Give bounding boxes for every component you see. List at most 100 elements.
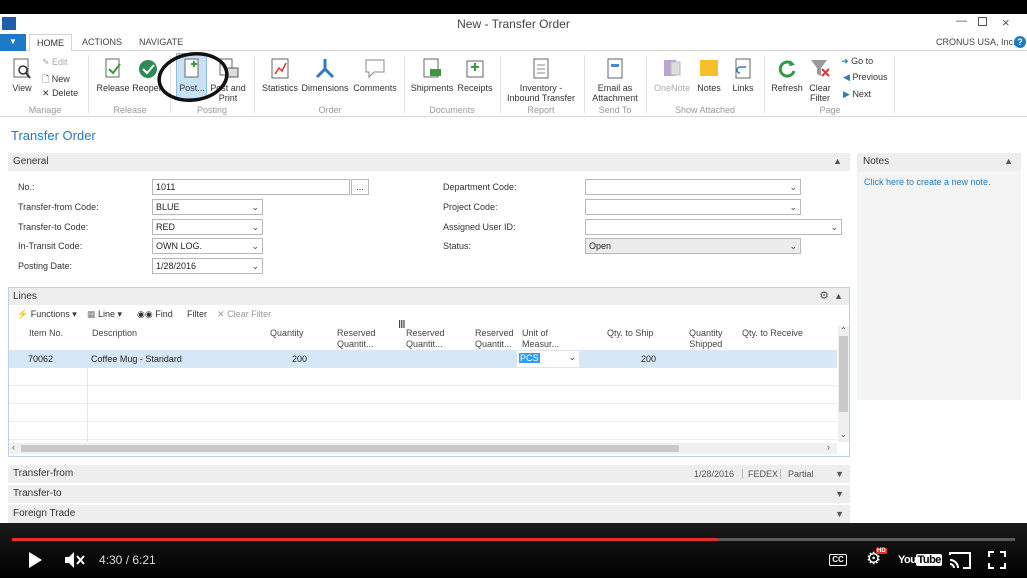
expand-icon[interactable]: ▼ [835, 485, 844, 503]
tab-actions[interactable]: ACTIONS [82, 34, 122, 51]
scroll-up-icon[interactable]: ⌃ [840, 326, 847, 335]
help-icon[interactable]: ? [1014, 36, 1026, 48]
create-note-link[interactable]: Click here to create a new note. [864, 177, 991, 187]
transfer-from-tab[interactable]: Transfer-from 1/28/2016 FEDEX Partial ▼ [8, 465, 850, 483]
chevron-down-icon[interactable]: ⌄ [251, 220, 259, 234]
no-field[interactable]: 1011 [152, 179, 350, 195]
status-field[interactable]: Open ⌄ [585, 238, 801, 254]
find-button[interactable]: ◉◉ Find [137, 309, 173, 320]
vertical-scroll-thumb[interactable] [839, 336, 848, 412]
collapse-icon[interactable]: ▲ [833, 156, 842, 166]
filter-button[interactable]: Filter [187, 309, 207, 319]
col-qty-to-receive[interactable]: Qty. to Receive [742, 328, 803, 339]
view-label: View [12, 83, 32, 93]
clear-filter-label-1: Clear [809, 83, 831, 93]
col-quantity[interactable]: Quantity [270, 328, 304, 339]
play-icon[interactable] [27, 551, 43, 569]
links-button[interactable]: Links [728, 57, 758, 93]
chevron-down-icon[interactable]: ⌄ [789, 239, 797, 253]
scroll-right-icon[interactable]: › [827, 442, 830, 452]
settings-icon[interactable]: ⚙ [819, 289, 829, 302]
release-button[interactable]: Release [96, 57, 130, 93]
statistics-button[interactable]: Statistics [261, 57, 299, 93]
restore-icon[interactable] [978, 17, 987, 26]
edit-button[interactable]: ✎ Edit [42, 57, 68, 68]
line-menu[interactable]: ▦ Line ▾ [87, 309, 122, 320]
delete-button[interactable]: ✕ Delete [42, 88, 78, 99]
chevron-down-icon[interactable]: ⌄ [789, 180, 797, 194]
chevron-down-icon[interactable]: ⌄ [251, 259, 259, 273]
annotation-circle [157, 51, 229, 103]
minimize-icon[interactable]: — [956, 15, 970, 27]
chevron-down-icon[interactable]: ⌄ [251, 239, 259, 253]
posting-date-field[interactable]: 1/28/2016 ⌄ [152, 258, 263, 274]
in-transit-field[interactable]: OWN LOG. ⌄ [152, 238, 263, 254]
col-reserved-3-b: Quantit... [475, 339, 512, 349]
col-unit-of-measure[interactable]: Unit of Measur... [522, 328, 559, 350]
app-menu-button[interactable]: ▼ [0, 34, 26, 51]
transfer-to-field[interactable]: RED ⌄ [152, 219, 263, 235]
project-code-field[interactable]: ⌄ [585, 199, 801, 215]
col-reserved-3[interactable]: Reserved Quantit... [475, 328, 514, 350]
comments-button[interactable]: Comments [352, 57, 398, 93]
notes-header[interactable]: Notes ▲ [857, 153, 1021, 171]
assigned-user-field[interactable]: ⌄ [585, 219, 842, 235]
tab-navigate[interactable]: NAVIGATE [139, 34, 183, 51]
cell-uom-field[interactable]: PCS ⌄ [517, 351, 579, 367]
chevron-down-icon[interactable]: ⌄ [568, 352, 576, 363]
department-code-field[interactable]: ⌄ [585, 179, 801, 195]
clear-filter-button[interactable]: Clear Filter [806, 57, 834, 103]
chevron-down-icon[interactable]: ⌄ [789, 200, 797, 214]
group-order: Order [318, 105, 342, 115]
expand-icon[interactable]: ▼ [835, 465, 844, 483]
notes-button[interactable]: Notes [694, 57, 724, 93]
vertical-scrollbar[interactable]: ⌃ ⌄ [838, 326, 849, 442]
goto-button[interactable]: ➜ Go to [841, 56, 873, 67]
youtube-logo[interactable]: YouTube [898, 554, 942, 566]
col-quantity-shipped[interactable]: Quantity Shipped [689, 328, 723, 350]
collapse-icon[interactable]: ▲ [1004, 156, 1013, 166]
scroll-down-icon[interactable]: ⌄ [840, 430, 847, 439]
inventory-inbound-transfer-button[interactable]: Inventory - Inbound Transfer [504, 57, 578, 103]
transfer-from-field[interactable]: BLUE ⌄ [152, 199, 263, 215]
progress-track[interactable] [12, 538, 1015, 541]
previous-button[interactable]: ◀ Previous [843, 72, 887, 83]
view-button[interactable]: View [8, 57, 36, 93]
chevron-down-icon[interactable]: ⌄ [251, 200, 259, 214]
shipments-button[interactable]: Shipments [410, 57, 454, 93]
next-button[interactable]: ▶ Next [843, 89, 871, 100]
goto-label: Go to [851, 56, 874, 66]
chevron-down-icon[interactable]: ⌄ [830, 220, 838, 234]
functions-menu[interactable]: ⚡ Functions ▾ [17, 309, 77, 320]
collapse-icon[interactable]: ▲ [834, 291, 843, 301]
expand-icon[interactable]: ▼ [835, 505, 844, 523]
refresh-button[interactable]: Refresh [770, 57, 804, 93]
fullscreen-icon[interactable] [988, 551, 1006, 569]
col-qty-to-ship[interactable]: Qty. to Ship [607, 328, 653, 339]
tab-home[interactable]: HOME [29, 34, 72, 51]
clear-filter-line-button[interactable]: ✕ Clear Filter [217, 309, 271, 320]
col-description[interactable]: Description [92, 328, 137, 339]
mute-icon[interactable] [64, 551, 86, 569]
no-lookup-button[interactable]: ... [351, 179, 369, 195]
horizontal-scroll-thumb[interactable] [21, 445, 679, 452]
email-icon [607, 58, 623, 79]
email-attachment-button[interactable]: Email as Attachment [589, 57, 641, 103]
cc-icon[interactable]: CC [829, 554, 847, 566]
table-row[interactable]: 70062 Coffee Mug - Standard 200 PCS ⌄ 20… [9, 350, 837, 368]
new-button[interactable]: 🗋 New [42, 72, 70, 88]
col-reserved-1[interactable]: Reserved Quantit... [337, 328, 376, 350]
cast-icon[interactable] [949, 551, 971, 569]
receipts-button[interactable]: Receipts [456, 57, 494, 93]
horizontal-scrollbar[interactable]: ‹ › [9, 442, 837, 454]
col-reserved-2[interactable]: Reserved Quantit... [406, 328, 445, 350]
general-header[interactable]: General ▲ [8, 153, 850, 171]
dimensions-button[interactable]: Dimensions [301, 57, 349, 93]
close-icon[interactable]: × [1002, 15, 1010, 30]
onenote-button[interactable]: OneNote [652, 57, 692, 93]
transfer-to-tab[interactable]: Transfer-to ▼ [8, 485, 850, 503]
lines-header[interactable]: Lines ⚙ ▲ [9, 288, 849, 305]
col-item-no[interactable]: Item No. [29, 328, 63, 339]
foreign-trade-tab[interactable]: Foreign Trade ▼ [8, 505, 850, 523]
scroll-left-icon[interactable]: ‹ [12, 442, 15, 452]
